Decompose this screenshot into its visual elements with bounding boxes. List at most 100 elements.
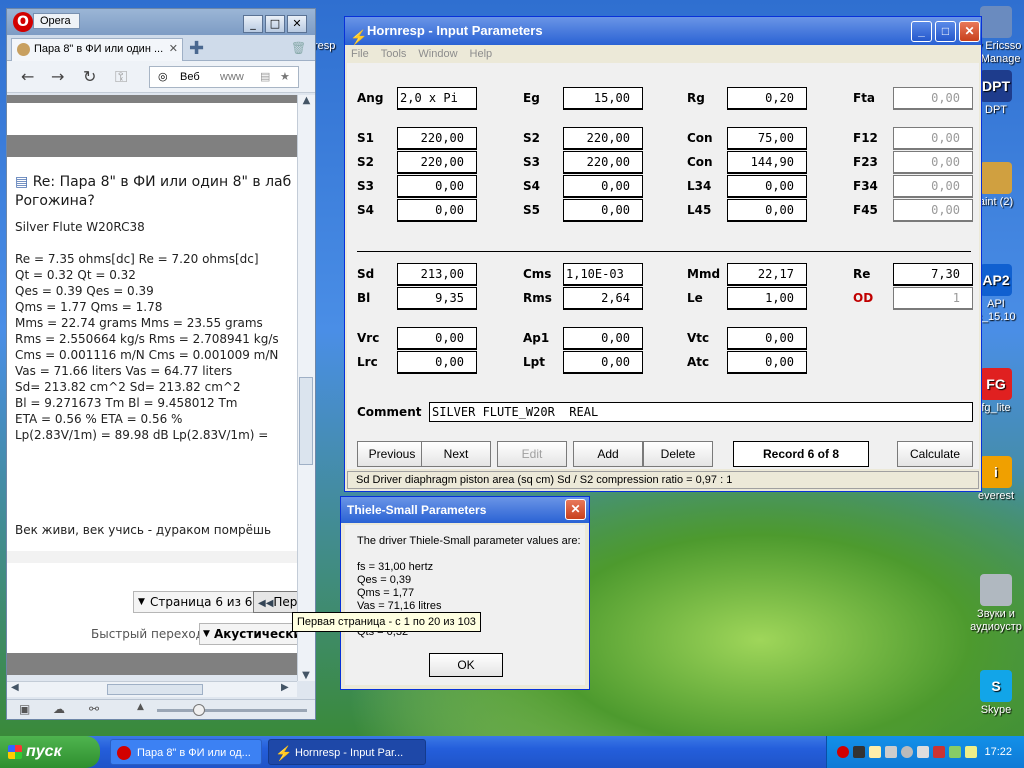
new-tab-icon[interactable]: ✚	[189, 38, 204, 59]
trash-icon[interactable]: 🗑	[291, 41, 306, 55]
desktop-icon[interactable]: S Skype	[966, 670, 1024, 717]
zoom-slider[interactable]	[157, 704, 307, 716]
scroll-left-icon[interactable]: ◀	[11, 682, 19, 693]
param-field-f23[interactable]: 0,00	[893, 151, 973, 174]
opera-tray-icon[interactable]	[837, 746, 849, 758]
reload-icon[interactable]: ↻	[83, 67, 96, 86]
param-field-eg[interactable]: 15,00	[563, 87, 643, 110]
param-field-s4[interactable]: 0,00	[563, 175, 643, 198]
param-field-le[interactable]: 1,00	[727, 287, 807, 310]
zoom-slider-knob[interactable]	[193, 704, 205, 716]
menu-item-tools[interactable]: Tools	[381, 48, 407, 60]
quick-jump-select[interactable]: ▼ Акустически	[199, 623, 297, 645]
param-field-s1[interactable]: 220,00	[397, 127, 477, 150]
edit-button[interactable]: Edit	[497, 441, 567, 467]
param-field-fta[interactable]: 0,00	[893, 87, 973, 110]
opera-menu-button[interactable]: Opera	[33, 13, 80, 29]
zoom-icon[interactable]: ▲	[137, 702, 144, 712]
param-field-re[interactable]: 7,30	[893, 263, 973, 286]
param-field-lpt[interactable]: 0,00	[563, 351, 643, 374]
maximize-icon[interactable]: □	[265, 15, 285, 33]
hscroll-thumb[interactable]	[107, 684, 203, 695]
close-icon[interactable]: ✕	[287, 15, 307, 33]
scroll-up-icon[interactable]: ▲	[298, 95, 315, 106]
taskbar-item-opera[interactable]: Пара 8" в ФИ или од...	[110, 739, 262, 765]
calculate-button[interactable]: Calculate	[897, 441, 973, 467]
maximize-icon[interactable]: □	[935, 21, 956, 42]
tray-icon[interactable]	[901, 746, 913, 758]
speaker-icon	[980, 574, 1012, 606]
param-field-s3[interactable]: 220,00	[563, 151, 643, 174]
back-icon[interactable]: ←	[21, 67, 34, 86]
minimize-icon[interactable]: _	[243, 15, 263, 33]
desktop-icon[interactable]: Звуки и аудиоустр	[966, 574, 1024, 634]
param-field-con[interactable]: 75,00	[727, 127, 807, 150]
param-field-atc[interactable]: 0,00	[727, 351, 807, 374]
address-bar[interactable]: ◎ Веб www ▤ ★	[149, 66, 299, 88]
previous-button[interactable]: Previous	[357, 441, 427, 467]
param-field-ap1[interactable]: 0,00	[563, 327, 643, 350]
param-field-f12[interactable]: 0,00	[893, 127, 973, 150]
vertical-scrollbar[interactable]: ▲ ▼	[297, 95, 315, 681]
menu-item-help[interactable]: Help	[470, 48, 493, 60]
page-indicator[interactable]: ▼ Страница 6 из 6	[133, 591, 260, 613]
param-field-s5[interactable]: 0,00	[563, 199, 643, 222]
tray-icon[interactable]	[949, 746, 961, 758]
ok-button[interactable]: OK	[429, 653, 503, 677]
delete-button[interactable]: Delete	[643, 441, 713, 467]
param-field-cms[interactable]: 1,10E-03	[563, 263, 643, 286]
param-field-mmd[interactable]: 22,17	[727, 263, 807, 286]
tray-icon[interactable]	[885, 746, 897, 758]
comment-field[interactable]: SILVER FLUTE_W20R REAL	[429, 402, 973, 422]
opera-tab[interactable]: Пара 8" в ФИ или один ... ✕	[11, 38, 183, 61]
menu-item-window[interactable]: Window	[418, 48, 457, 60]
post-line: Re = 7.35 ohms[dc] Re = 7.20 ohms[dc]	[15, 252, 259, 266]
horizontal-scrollbar[interactable]: ◀ ▶	[7, 681, 297, 697]
param-field-vrc[interactable]: 0,00	[397, 327, 477, 350]
param-field-f45[interactable]: 0,00	[893, 199, 973, 222]
param-field-lrc[interactable]: 0,00	[397, 351, 477, 374]
add-button[interactable]: Add	[573, 441, 643, 467]
scroll-right-icon[interactable]: ▶	[281, 682, 289, 693]
page-band	[7, 95, 297, 103]
param-field-l34[interactable]: 0,00	[727, 175, 807, 198]
rss-icon[interactable]: ▤	[260, 67, 270, 87]
panel-icon[interactable]: ▣	[19, 702, 30, 716]
param-field-s2[interactable]: 220,00	[563, 127, 643, 150]
param-field-od[interactable]: 1	[893, 287, 973, 310]
minimize-icon[interactable]: _	[911, 21, 932, 42]
flag-tray-icon[interactable]	[933, 746, 945, 758]
film-tray-icon[interactable]	[853, 746, 865, 758]
param-field-bl[interactable]: 9,35	[397, 287, 477, 310]
param-field-f34[interactable]: 0,00	[893, 175, 973, 198]
star-icon[interactable]: ★	[280, 67, 290, 87]
note-tray-icon[interactable]	[869, 746, 881, 758]
param-field-sd[interactable]: 213,00	[397, 263, 477, 286]
speaker-tray-icon[interactable]	[917, 746, 929, 758]
param-field-rg[interactable]: 0,20	[727, 87, 807, 110]
first-page-button[interactable]: ◀◀Пер	[253, 591, 297, 613]
close-icon[interactable]: ✕	[959, 21, 980, 42]
forward-icon[interactable]: →	[51, 67, 64, 86]
param-field-ang[interactable]: 2,0 x Pi	[397, 87, 477, 110]
param-label-od: OD	[853, 291, 874, 305]
start-button[interactable]: пуск	[0, 736, 100, 768]
param-field-l45[interactable]: 0,00	[727, 199, 807, 222]
param-field-s2[interactable]: 220,00	[397, 151, 477, 174]
tray-icon[interactable]	[965, 746, 977, 758]
param-field-vtc[interactable]: 0,00	[727, 327, 807, 350]
param-field-con[interactable]: 144,90	[727, 151, 807, 174]
scroll-down-icon[interactable]: ▼	[298, 670, 314, 681]
opera-logo-icon[interactable]: O	[13, 12, 33, 32]
param-field-s4[interactable]: 0,00	[397, 199, 477, 222]
taskbar-item-hornresp[interactable]: ⚡ Hornresp - Input Par...	[268, 739, 426, 765]
share-icon[interactable]: ⚯	[89, 702, 99, 716]
tab-close-icon[interactable]: ✕	[169, 39, 178, 60]
scroll-thumb[interactable]	[299, 377, 313, 465]
param-field-rms[interactable]: 2,64	[563, 287, 643, 310]
cloud-icon[interactable]: ☁	[53, 702, 65, 716]
close-icon[interactable]: ✕	[565, 499, 586, 520]
key-icon[interactable]: ⚿	[115, 67, 127, 87]
next-button[interactable]: Next	[421, 441, 491, 467]
param-field-s3[interactable]: 0,00	[397, 175, 477, 198]
